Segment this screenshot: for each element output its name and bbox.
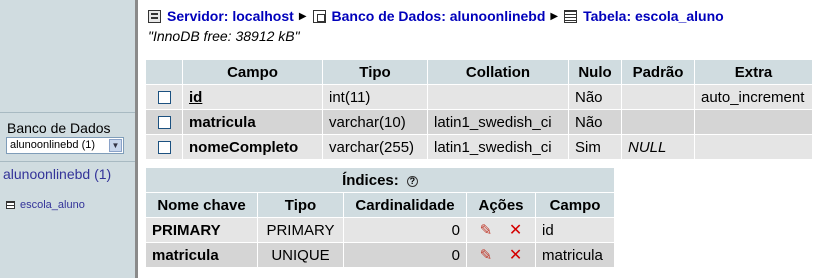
delete-x-icon[interactable]: ✕ <box>509 247 522 264</box>
field-collation: latin1_swedish_ci <box>428 135 568 159</box>
breadcrumb-arrow-icon: ▶ <box>550 10 559 22</box>
frame-divider[interactable] <box>135 0 138 278</box>
database-link[interactable]: alunoonlinebd (1) <box>3 166 111 182</box>
table-row: nomeCompleto varchar(255) latin1_swedish… <box>146 135 812 159</box>
database-select-value: alunoonlinebd (1) <box>10 139 96 151</box>
field-type: varchar(10) <box>323 110 427 134</box>
row-checkbox-cell <box>146 110 182 134</box>
column-header-nome-chave: Nome chave <box>146 193 257 217</box>
table-row: id int(11) Não auto_increment <box>146 85 812 109</box>
nav-divider <box>0 112 135 113</box>
index-name: matricula <box>146 243 257 267</box>
left-navigation: Banco de Dados alunoonlinebd (1) ▼ aluno… <box>0 0 135 278</box>
column-header-tipo: Tipo <box>258 193 343 217</box>
breadcrumb: Servidor: localhost ▶ Banco de Dados: al… <box>148 8 724 24</box>
field-name: id <box>183 85 322 109</box>
fields-table: Campo Tipo Collation Nulo Padrão Extra i… <box>145 59 813 160</box>
field-type: varchar(255) <box>323 135 427 159</box>
breadcrumb-database[interactable]: Banco de Dados: alunoonlinebd <box>332 8 546 24</box>
field-null: Não <box>569 110 621 134</box>
field-extra <box>695 110 812 134</box>
field-null: Não <box>569 85 621 109</box>
column-header-tipo[interactable]: Tipo <box>323 60 427 84</box>
index-type: PRIMARY <box>258 218 343 242</box>
table-icon <box>564 9 578 23</box>
table-link-label: escola_aluno <box>20 199 85 211</box>
indexes-title-label: Índices: <box>342 171 399 189</box>
table-row: PRIMARY PRIMARY 0 ✎ ✕ id <box>146 218 614 242</box>
server-icon <box>148 9 161 23</box>
help-icon[interactable]: ? <box>406 175 418 187</box>
breadcrumb-arrow-icon: ▶ <box>298 10 307 22</box>
column-header-acoes: Ações <box>467 193 535 217</box>
nav-divider <box>0 161 135 162</box>
row-checkbox[interactable] <box>157 141 171 155</box>
column-header-cardinalidade: Cardinalidade <box>344 193 466 217</box>
indexes-title-row: Índices: ? <box>146 168 614 192</box>
breadcrumb-table[interactable]: Tabela: escola_aluno <box>583 8 724 24</box>
column-header-campo: Campo <box>536 193 614 217</box>
edit-pencil-icon[interactable]: ✎ <box>480 247 493 264</box>
index-actions: ✎ ✕ <box>467 243 535 267</box>
indexes-title: Índices: ? <box>146 168 614 192</box>
database-label: Banco de Dados <box>7 120 111 136</box>
index-cardinality: 0 <box>344 218 466 242</box>
edit-pencil-icon[interactable]: ✎ <box>480 222 493 239</box>
database-select[interactable]: alunoonlinebd (1) ▼ <box>6 137 124 154</box>
column-header-collation[interactable]: Collation <box>428 60 568 84</box>
index-name: PRIMARY <box>146 218 257 242</box>
field-default <box>622 85 694 109</box>
field-name: matricula <box>183 110 322 134</box>
fields-header-row: Campo Tipo Collation Nulo Padrão Extra <box>146 60 812 84</box>
index-type: UNIQUE <box>258 243 343 267</box>
field-null: Sim <box>569 135 621 159</box>
select-column-header <box>146 60 182 84</box>
column-header-campo[interactable]: Campo <box>183 60 322 84</box>
chevron-down-icon[interactable]: ▼ <box>109 139 122 152</box>
database-icon <box>312 9 326 23</box>
column-header-nulo[interactable]: Nulo <box>569 60 621 84</box>
column-header-extra[interactable]: Extra <box>695 60 812 84</box>
field-collation: latin1_swedish_ci <box>428 110 568 134</box>
index-field: matricula <box>536 243 614 267</box>
field-default <box>622 110 694 134</box>
index-actions: ✎ ✕ <box>467 218 535 242</box>
table-icon <box>6 201 15 209</box>
field-name: nomeCompleto <box>183 135 322 159</box>
field-type: int(11) <box>323 85 427 109</box>
breadcrumb-server[interactable]: Servidor: localhost <box>167 8 294 24</box>
table-row: matricula varchar(10) latin1_swedish_ci … <box>146 110 812 134</box>
field-default: NULL <box>622 135 694 159</box>
indexes-header-row: Nome chave Tipo Cardinalidade Ações Camp… <box>146 193 614 217</box>
column-header-padrao[interactable]: Padrão <box>622 60 694 84</box>
engine-note: "InnoDB free: 38912 kB" <box>148 28 300 44</box>
delete-x-icon[interactable]: ✕ <box>509 222 522 239</box>
field-extra: auto_increment <box>695 85 812 109</box>
table-link-escola-aluno[interactable]: escola_aluno <box>6 199 85 211</box>
row-checkbox[interactable] <box>157 91 171 105</box>
index-cardinality: 0 <box>344 243 466 267</box>
indexes-table: Índices: ? Nome chave Tipo Cardinalidade… <box>145 167 615 268</box>
table-row: matricula UNIQUE 0 ✎ ✕ matricula <box>146 243 614 267</box>
row-checkbox[interactable] <box>157 116 171 130</box>
index-field: id <box>536 218 614 242</box>
field-extra <box>695 135 812 159</box>
field-collation <box>428 85 568 109</box>
row-checkbox-cell <box>146 85 182 109</box>
row-checkbox-cell <box>146 135 182 159</box>
